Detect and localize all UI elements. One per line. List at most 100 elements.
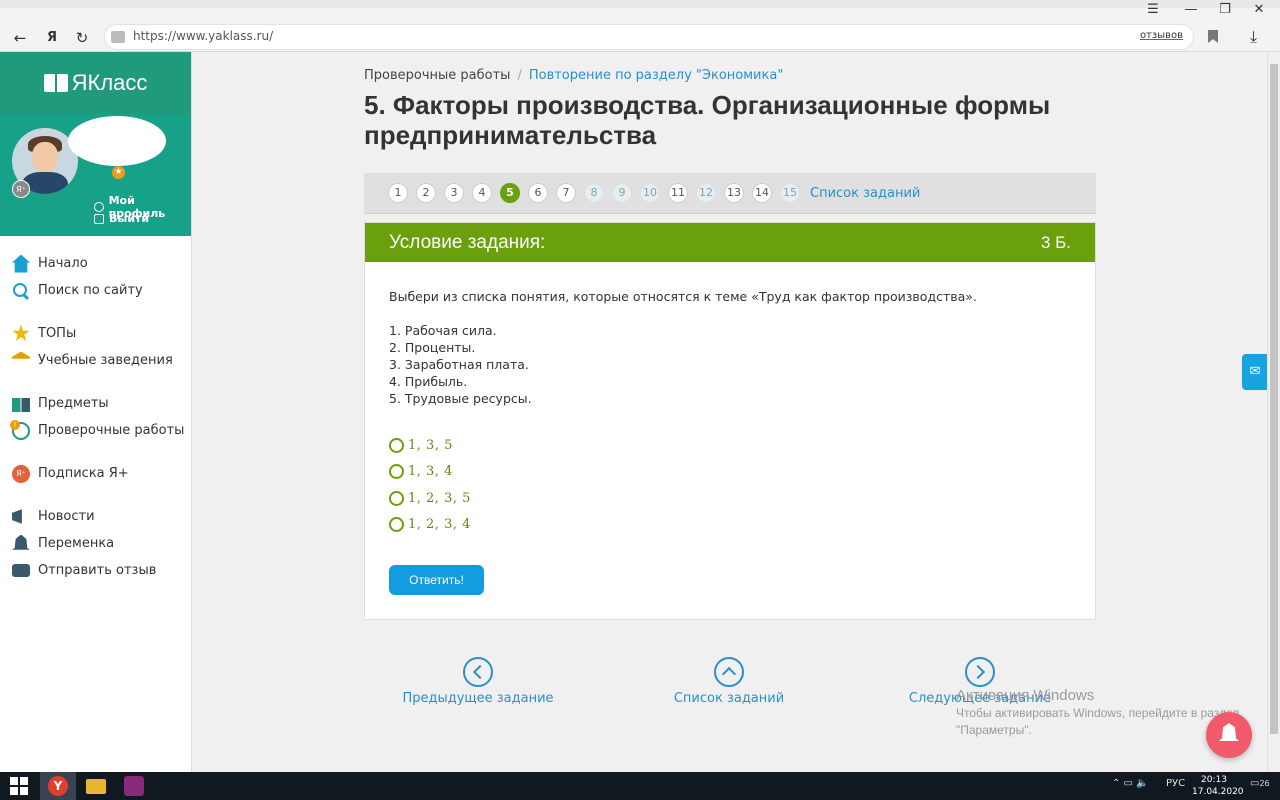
download-icon[interactable]: ⤓ [1250,27,1257,47]
browser-toolbar: ☰ — ❐ ✕ ← Я ↻ https://www.yaklass.ru/ от… [0,0,1280,52]
notifications-icon[interactable]: ▭26 [1250,778,1270,789]
page-14[interactable]: 14 [752,183,772,203]
home-icon [12,254,30,273]
radio-button[interactable] [389,490,404,506]
sidebar-item-news[interactable]: Новости [0,503,191,530]
notification-bell-button[interactable] [1206,712,1252,758]
page-5-current[interactable]: 5 [500,183,520,203]
page-7[interactable]: 7 [556,183,576,203]
page-2[interactable]: 2 [416,183,436,203]
book-icon [12,397,30,412]
task-box: Условие задания: 3 Б. Выбери из списка п… [364,222,1096,620]
sidebar-menu: Начало Поиск по сайту ТОПы Учебные завед… [0,236,191,584]
page-3[interactable]: 3 [444,183,464,203]
sidebar-item-schools[interactable]: Учебные заведения [0,347,191,374]
back-icon[interactable]: ← [10,28,30,48]
task-pager: 1 2 3 4 5 6 7 8 9 10 11 12 13 14 15 Спис… [364,173,1096,214]
profile-area: Я⁺ ★ Мой профиль Выйти [0,114,191,236]
answer-options: 1, 3, 5 1, 3, 4 1, 2, 3, 5 1, 2, 3, 4 [389,432,471,538]
book-logo-icon [43,74,68,92]
chevron-left-icon [463,657,493,687]
sidebar-item-subjects[interactable]: Предметы [0,390,191,417]
main-content: Проверочные работы / Повторение по разделу… [193,52,1267,772]
menu-icon[interactable]: ☰ [1138,0,1168,20]
site-icon [111,31,125,43]
user-icon [94,202,104,212]
page-8[interactable]: 8 [584,183,604,203]
answer-option-4[interactable]: 1, 2, 3, 4 [389,512,471,539]
minimize-icon[interactable]: — [1176,0,1206,20]
answer-button[interactable]: Ответить! [389,565,484,595]
sidebar-item-feedback[interactable]: Отправить отзыв [0,557,191,584]
answer-option-3[interactable]: 1, 2, 3, 5 [389,485,471,512]
redacted-name [68,116,166,166]
url-text: https://www.yaklass.ru/ [133,29,274,43]
page-11[interactable]: 11 [668,183,688,203]
app-icon[interactable] [124,776,144,796]
sidebar-item-break[interactable]: Переменка [0,530,191,557]
sidebar-item-subscription[interactable]: Я⁺ Подписка Я+ [0,460,191,487]
page-13[interactable]: 13 [724,183,744,203]
prev-task-link[interactable]: Предыдущее задание [378,657,578,706]
page-10[interactable]: 10 [640,183,660,203]
sidebar-item-search[interactable]: Поиск по сайту [0,277,191,304]
school-icon [12,351,30,359]
close-icon[interactable]: ✕ [1244,0,1274,20]
sidebar-item-tops[interactable]: ТОПы [0,320,191,347]
radio-button[interactable] [389,517,404,533]
list-item: 2. Проценты. [389,340,476,355]
mail-icon[interactable]: ✉ [1242,354,1268,390]
folder-icon[interactable] [86,779,106,794]
yandex-icon[interactable]: Я [42,28,62,48]
logout-link[interactable]: Выйти [94,212,149,225]
logo-area: ЯКласс [0,52,191,114]
windows-start-icon[interactable] [10,777,28,795]
language-indicator[interactable]: РУС [1166,778,1185,789]
reload-icon[interactable]: ↻ [72,28,92,48]
address-bar[interactable]: https://www.yaklass.ru/ отзывов [104,24,1194,50]
ya-plus-icon: Я⁺ [12,464,30,483]
reviews-link[interactable]: отзывов [1140,30,1183,41]
page-9[interactable]: 9 [612,183,632,203]
sidebar-item-tests[interactable]: ! Проверочные работы [0,417,191,444]
task-header: Условие задания: 3 Б. [365,223,1095,262]
page-6[interactable]: 6 [528,183,548,203]
yandex-browser-icon[interactable] [40,772,76,800]
sidebar: ЯКласс Я⁺ ★ Мой профиль Выйти Начало Пои… [0,52,192,772]
tray-icons[interactable]: ⌃ ▭ 🔈 [1112,778,1149,789]
task-header-title: Условие задания: [389,231,546,253]
page-1[interactable]: 1 [388,183,408,203]
task-list-bottom-link[interactable]: Список заданий [629,657,829,706]
task-items: 1. Рабочая сила. 2. Проценты. 3. Заработ… [389,322,532,407]
sidebar-item-home[interactable]: Начало [0,250,191,277]
restore-icon[interactable]: ❐ [1210,0,1240,20]
star-badge-icon: ★ [112,166,125,179]
answer-option-2[interactable]: 1, 3, 4 [389,459,471,486]
task-list-link[interactable]: Список заданий [810,186,920,201]
breadcrumb-tests[interactable]: Проверочные работы [364,68,510,83]
tab-strip[interactable] [0,0,1280,8]
check-icon: ! [10,419,30,440]
list-item: 5. Трудовые ресурсы. [389,391,532,406]
page-title: 5. Факторы производства. Организационные… [364,90,1051,150]
page-12[interactable]: 12 [696,183,716,203]
windows-taskbar: ⌃ ▭ 🔈 РУС 20:13 17.04.2020 ▭26 [0,772,1280,800]
bookmark-icon[interactable] [1208,30,1218,43]
radio-button[interactable] [389,464,404,480]
logout-icon [94,213,104,224]
list-item: 4. Прибыль. [389,374,468,389]
task-points: 3 Б. [1040,232,1071,252]
page-4[interactable]: 4 [472,183,492,203]
page-15[interactable]: 15 [780,183,800,203]
bell-icon [1219,723,1239,742]
search-icon [12,282,30,300]
breadcrumb-economics[interactable]: Повторение по разделу "Экономика" [529,68,783,83]
logo[interactable]: ЯКласс [43,70,147,96]
radio-button[interactable] [389,437,404,453]
chevron-right-icon [965,657,995,687]
star-icon [12,324,30,341]
clock[interactable]: 20:13 17.04.2020 [1192,774,1244,798]
scrollbar[interactable] [1267,52,1280,772]
answer-option-1[interactable]: 1, 3, 5 [389,432,471,459]
bell-icon [12,534,30,550]
